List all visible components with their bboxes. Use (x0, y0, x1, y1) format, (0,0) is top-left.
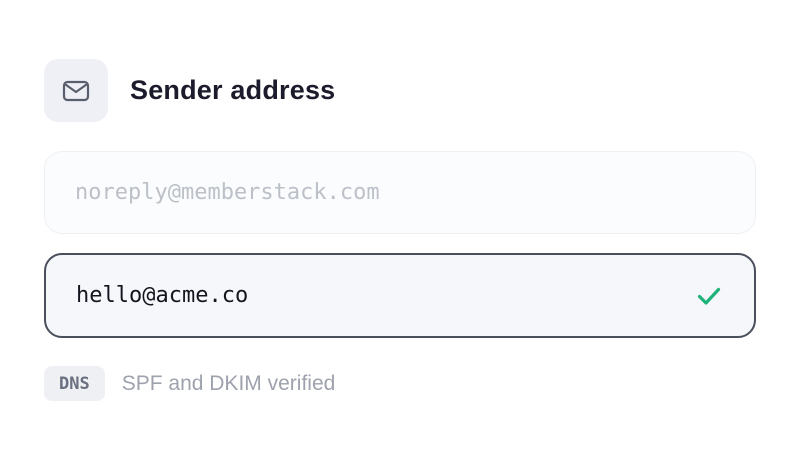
custom-sender-field[interactable]: hello@acme.co (44, 253, 756, 338)
custom-sender-value[interactable]: hello@acme.co (76, 283, 248, 308)
default-sender-field[interactable] (44, 151, 756, 234)
page-title: Sender address (130, 75, 336, 105)
check-icon (694, 281, 724, 311)
verification-text: SPF and DKIM verified (121, 371, 336, 395)
verification-status: DNS SPF and DKIM verified (44, 366, 335, 401)
dns-badge: DNS (44, 366, 105, 401)
mail-icon-tile (44, 59, 108, 122)
mail-icon (62, 80, 90, 101)
sender-address-header: Sender address (44, 59, 335, 122)
default-sender-input[interactable] (75, 180, 725, 205)
